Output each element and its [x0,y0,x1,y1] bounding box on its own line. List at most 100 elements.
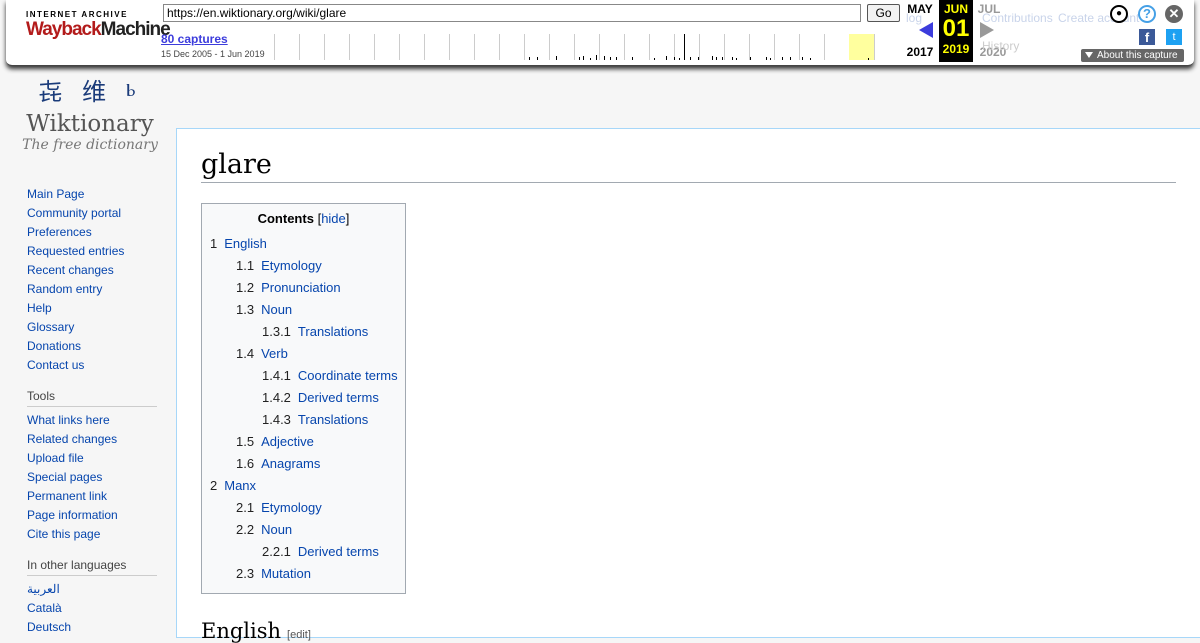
toc-item[interactable]: 1.6 Anagrams [210,454,397,476]
sparkline-year-column[interactable] [299,34,324,60]
toc-item[interactable]: 1.4.1 Coordinate terms [210,366,398,388]
sparkline-year-column[interactable] [349,34,374,60]
toc-item-number: 1.6 [236,456,255,471]
sparkline-year-column[interactable] [474,34,499,60]
toc-item[interactable]: 1.2 Pronunciation [210,278,397,300]
toc-item[interactable]: 1.4 Verb [210,344,397,366]
wayback-go-button[interactable]: Go [867,4,900,22]
sparkline-year-column[interactable] [624,34,649,60]
sidebar-item-donations[interactable]: Donations [27,337,157,356]
toc-item[interactable]: 1.3.1 Translations [210,322,397,344]
sparkline-year-column[interactable] [874,34,899,60]
sidebar-item-random-entry[interactable]: Random entry [27,280,157,299]
sidebar-item-related-changes[interactable]: Related changes [27,430,157,449]
toc-item-label[interactable]: Noun [261,522,292,537]
about-capture-button[interactable]: About this capture [1081,49,1184,62]
triangle-down-icon [1085,52,1093,58]
sidebar-item-preferences[interactable]: Preferences [27,223,157,242]
sidebar-item-page-information[interactable]: Page information [27,506,157,525]
toc-item-number: 1 [210,236,218,251]
sparkline-capture-bar [716,57,717,60]
toc-item-label[interactable]: Adjective [261,434,314,449]
toc-item-label[interactable]: Derived terms [298,544,379,559]
sparkline-year-column[interactable] [749,34,774,60]
sparkline-year-column[interactable] [374,34,399,60]
toc-item[interactable]: 2.2.1 Derived terms [210,542,397,564]
user-icon[interactable]: ● [1110,5,1128,23]
sparkline-year-column[interactable] [449,34,474,60]
wayback-sparkline[interactable] [274,34,900,60]
sparkline-year-column[interactable] [724,34,749,60]
toc-item-label[interactable]: Translations [298,324,368,339]
sparkline-year-column[interactable] [649,34,674,60]
wayback-logo[interactable]: INTERNET ARCHIVE WaybackMachine [26,10,171,48]
sidebar-lang-german[interactable]: Deutsch [27,618,157,637]
toc-item[interactable]: 1.3 Noun [210,300,397,322]
sparkline-capture-bar [596,55,597,60]
toc-item-number: 1.5 [236,434,255,449]
edit-section-link[interactable]: [edit] [287,629,311,641]
wayback-current-day: 01 [942,15,970,42]
toc-item[interactable]: 1 English [210,234,397,256]
close-icon[interactable]: ✕ [1165,5,1183,23]
sparkline-year-column[interactable] [324,34,349,60]
toc-item-number: 1.4.3 [262,412,291,427]
sparkline-year-column[interactable] [774,34,799,60]
sparkline-year-column[interactable] [499,34,524,60]
toc-item-label[interactable]: Etymology [261,258,322,273]
toc-item-label[interactable]: Noun [261,302,292,317]
sidebar-item-requested-entries[interactable]: Requested entries [27,242,157,261]
sparkline-year-column[interactable] [599,34,624,60]
wayback-url-input[interactable] [163,4,861,22]
toc-item[interactable]: 1.5 Adjective [210,432,397,454]
sidebar-item-community-portal[interactable]: Community portal [27,204,157,223]
wayback-captures-link[interactable]: 80 captures [161,32,228,46]
sparkline-year-column[interactable] [549,34,574,60]
toc-item-label[interactable]: English [224,236,267,251]
sidebar-lang-catalan[interactable]: Català [27,599,157,618]
toc-item[interactable]: 1.4.3 Translations [210,410,397,432]
wayback-current-date: JUN 01 2019 [939,0,973,62]
sidebar-item-permanent-link[interactable]: Permanent link [27,487,157,506]
sidebar-item-contact-us[interactable]: Contact us [27,356,157,375]
toc-item[interactable]: 2.3 Mutation [210,564,397,586]
toc-item-label[interactable]: Coordinate terms [298,368,398,383]
sidebar-item-special-pages[interactable]: Special pages [27,468,157,487]
sparkline-year-column[interactable] [824,34,849,60]
sidebar-item-glossary[interactable]: Glossary [27,318,157,337]
sparkline-year-column[interactable] [274,34,299,60]
twitter-icon[interactable]: t [1166,29,1182,45]
toc-item-label[interactable]: Derived terms [298,390,379,405]
sidebar-item-main-page[interactable]: Main Page [27,185,157,204]
sparkline-year-column[interactable] [399,34,424,60]
toc-item-label[interactable]: Etymology [261,500,322,515]
help-icon[interactable]: ? [1138,5,1156,23]
wayback-logo-word-b: Machine [100,19,171,40]
toc-item-label[interactable]: Verb [261,346,288,361]
toc-item-number: 1.3.1 [262,324,291,339]
toc-item-label[interactable]: Translations [298,412,368,427]
wayback-prev-year[interactable]: 2017 [903,45,937,59]
toc-hide-link[interactable]: hide [321,211,346,226]
toc-item-label[interactable]: Pronunciation [261,280,341,295]
sidebar-item-help[interactable]: Help [27,299,157,318]
toc-item[interactable]: 2.2 Noun [210,520,397,542]
sidebar-item-upload-file[interactable]: Upload file [27,449,157,468]
sidebar-item-recent-changes[interactable]: Recent changes [27,261,157,280]
toc-item-label[interactable]: Anagrams [261,456,320,471]
toc-item[interactable]: 2 Manx [210,476,397,498]
sparkline-year-column[interactable] [424,34,449,60]
sidebar-lang-arabic[interactable]: العربية [27,580,157,599]
toc-item[interactable]: 1.1 Etymology [210,256,397,278]
sidebar-item-what-links-here[interactable]: What links here [27,411,157,430]
wiktionary-logo[interactable]: 㐂 维 ⱃ Wiktionary The free dictionary [20,72,160,164]
toc-item[interactable]: 2.1 Etymology [210,498,397,520]
toc-item[interactable]: 1.4.2 Derived terms [210,388,397,410]
toc-item-label[interactable]: Mutation [261,566,311,581]
sparkline-capture-bar [654,58,655,60]
toc-item-label[interactable]: Manx [224,478,256,493]
facebook-icon[interactable]: f [1139,29,1155,45]
sparkline-year-column[interactable] [674,34,699,60]
sparkline-capture-bar [736,58,737,60]
sidebar-item-cite-this-page[interactable]: Cite this page [27,525,157,544]
